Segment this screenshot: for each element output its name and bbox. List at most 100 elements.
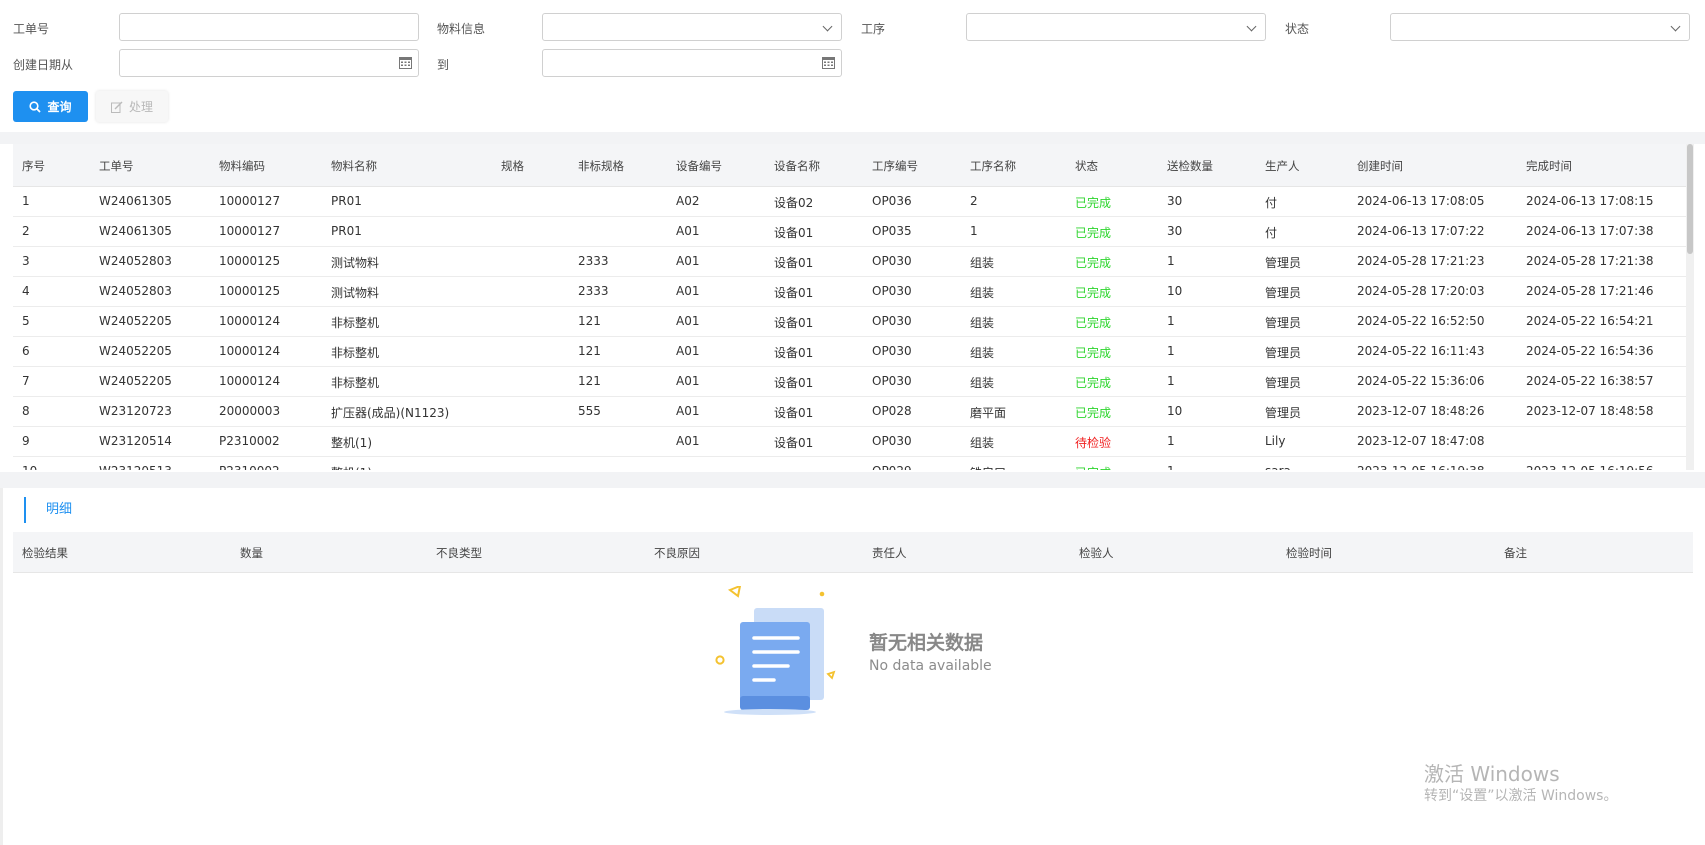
col-finished-time-cell: 2024-05-22 16:38:57: [1526, 374, 1654, 388]
col-finished-time-cell: 2023-12-07 18:48:58: [1526, 404, 1654, 418]
col-responsible-header: 责任人: [872, 546, 907, 560]
activation-watermark-title: 激活 Windows: [1424, 762, 1560, 786]
col-nonstd-spec-cell: 2333: [578, 254, 609, 268]
created-to-date-input[interactable]: [542, 49, 842, 77]
col-nonstd-spec-cell: 2333: [578, 284, 609, 298]
col-finished-time-cell: 2024-05-28 17:21:38: [1526, 254, 1654, 268]
col-device-name-cell: 设备01: [774, 316, 814, 330]
col-device-no-cell: A01: [676, 374, 700, 388]
material-select[interactable]: [542, 13, 842, 41]
col-device-name-cell: 设备01: [774, 286, 814, 300]
col-finished-time-header: 完成时间: [1526, 159, 1572, 173]
col-producer-cell: 管理员: [1265, 406, 1302, 420]
col-material-name-cell: 整机(1): [331, 436, 372, 450]
col-created-time-cell: 2023-12-07 18:48:26: [1357, 404, 1485, 418]
col-index-cell: 1: [22, 194, 30, 208]
col-material-code-header: 物料编码: [219, 159, 265, 173]
col-order-no-cell: W24061305: [99, 194, 172, 208]
left-edge: [0, 488, 3, 845]
col-device-name-cell: 设备01: [774, 226, 814, 240]
col-created-time-cell: 2023-12-07 18:47:08: [1357, 434, 1485, 448]
status-select[interactable]: [1390, 13, 1690, 41]
table-row[interactable]: 3 W24052803 10000125 测试物料 2333 A01 设备01 OP030 组装…: [13, 246, 1686, 277]
section-divider: [0, 132, 1705, 144]
col-finished-time-cell: 2024-06-13 17:08:15: [1526, 194, 1654, 208]
tab-detail[interactable]: 明细: [24, 497, 72, 523]
edit-icon: [110, 101, 123, 113]
col-order-no-cell: W24052205: [99, 314, 172, 328]
col-index-cell: 10: [22, 464, 37, 470]
col-defect-reason-header: 不良原因: [654, 546, 700, 560]
table-row[interactable]: 1 W24061305 10000127 PR01 A02 设备02 OP036 2 已完成 30…: [13, 186, 1686, 217]
col-qty-cell: 1: [1167, 464, 1175, 470]
col-nonstd-spec-cell: 121: [578, 374, 601, 388]
col-nonstd-spec-cell: 121: [578, 314, 601, 328]
col-material-name-cell: 整机(1): [331, 464, 372, 470]
col-index-cell: 4: [22, 284, 30, 298]
col-device-name-cell: 设备01: [774, 256, 814, 270]
col-producer-cell: 管理员: [1265, 286, 1302, 300]
chevron-down-icon: [822, 21, 833, 32]
empty-subtitle: No data available: [869, 658, 992, 674]
col-order-no-cell: W24061305: [99, 224, 172, 238]
col-material-name-cell: PR01: [331, 224, 362, 238]
col-nonstd-spec-cell: 121: [578, 344, 601, 358]
col-index-cell: 2: [22, 224, 30, 238]
col-process-no-cell: OP029: [872, 464, 912, 470]
created-from-date-input[interactable]: [119, 49, 419, 77]
col-status-cell: 已完成: [1075, 376, 1112, 390]
handle-button[interactable]: 处理: [96, 91, 168, 122]
col-material-code-cell: 20000003: [219, 404, 281, 418]
col-process-name-cell: 组装: [970, 346, 995, 360]
detail-table-header: 检验结果 数量 不良类型 不良原因 责任人 检验人 检验时间 备注: [13, 532, 1693, 573]
table-row[interactable]: 9 W23120514 P2310002 整机(1) A01 设备01 OP030 组装 待检验…: [13, 426, 1686, 457]
col-finished-time-cell: 2024-05-28 17:21:46: [1526, 284, 1654, 298]
col-process-name-cell: 组装: [970, 316, 995, 330]
col-device-no-cell: A01: [676, 314, 700, 328]
order-no-input[interactable]: [119, 13, 419, 41]
col-material-code-cell: 10000125: [219, 254, 281, 268]
col-material-code-cell: P2310002: [219, 464, 280, 470]
table-row[interactable]: 7 W24052205 10000124 非标整机 121 A01 设备01 OP030 组装 已…: [13, 366, 1686, 397]
col-remark-header: 备注: [1504, 546, 1527, 560]
col-producer-cell: 管理员: [1265, 316, 1302, 330]
col-producer-cell: 付: [1265, 226, 1278, 240]
col-material-name-cell: 非标整机: [331, 316, 380, 330]
col-material-name-cell: 测试物料: [331, 286, 380, 300]
col-material-code-cell: 10000124: [219, 374, 281, 388]
col-created-time-cell: 2024-06-13 17:07:22: [1357, 224, 1485, 238]
col-device-no-cell: A01: [676, 284, 700, 298]
col-material-code-cell: 10000124: [219, 314, 281, 328]
col-finished-time-cell: 2023-12-05 16:19:56: [1526, 464, 1653, 470]
col-material-name-cell: PR01: [331, 194, 362, 208]
process-select[interactable]: [966, 13, 1266, 41]
col-device-name-cell: 设备01: [774, 376, 814, 390]
table-row[interactable]: 4 W24052803 10000125 测试物料 2333 A01 设备01 OP030 组装…: [13, 276, 1686, 307]
table-row[interactable]: 6 W24052205 10000124 非标整机 121 A01 设备01 OP030 组装 已…: [13, 336, 1686, 367]
scrollbar-thumb[interactable]: [1687, 144, 1693, 254]
col-index-cell: 7: [22, 374, 30, 388]
col-index-cell: 6: [22, 344, 30, 358]
created-from-label: 创建日期从: [13, 58, 74, 72]
query-button[interactable]: 查询: [13, 91, 88, 122]
col-created-time-cell: 2024-05-28 17:21:23: [1357, 254, 1485, 268]
col-process-no-cell: OP036: [872, 194, 912, 208]
col-status-cell: 已完成: [1075, 464, 1111, 470]
material-label: 物料信息: [437, 22, 486, 36]
query-button-label: 查询: [47, 100, 72, 114]
table-row[interactable]: 5 W24052205 10000124 非标整机 121 A01 设备01 OP030 组装 已…: [13, 306, 1686, 337]
table-scrollbar[interactable]: [1686, 144, 1694, 470]
col-qty-cell: 1: [1167, 314, 1175, 328]
col-order-no-cell: W24052803: [99, 284, 172, 298]
col-created-time-cell: 2024-06-13 17:08:05: [1357, 194, 1485, 208]
table-row[interactable]: 8 W23120723 20000003 扩压器(成品)(N1123) 555 A01 设备…: [13, 396, 1686, 427]
col-status-cell: 已完成: [1075, 286, 1112, 300]
col-status-header: 状态: [1075, 159, 1098, 173]
table-row[interactable]: 10 W23120513 P2310002 整机(1) OP029 铣扇口 已完成 1 sara…: [13, 456, 1686, 470]
col-index-cell: 9: [22, 434, 30, 448]
col-producer-cell: sara: [1265, 464, 1291, 470]
table-row[interactable]: 2 W24061305 10000127 PR01 A01 设备01 OP035 1 已完成 30…: [13, 216, 1686, 247]
col-process-name-cell: 铣扇口: [970, 464, 1006, 470]
col-qty-cell: 10: [1167, 404, 1183, 418]
col-producer-cell: 付: [1265, 196, 1278, 210]
